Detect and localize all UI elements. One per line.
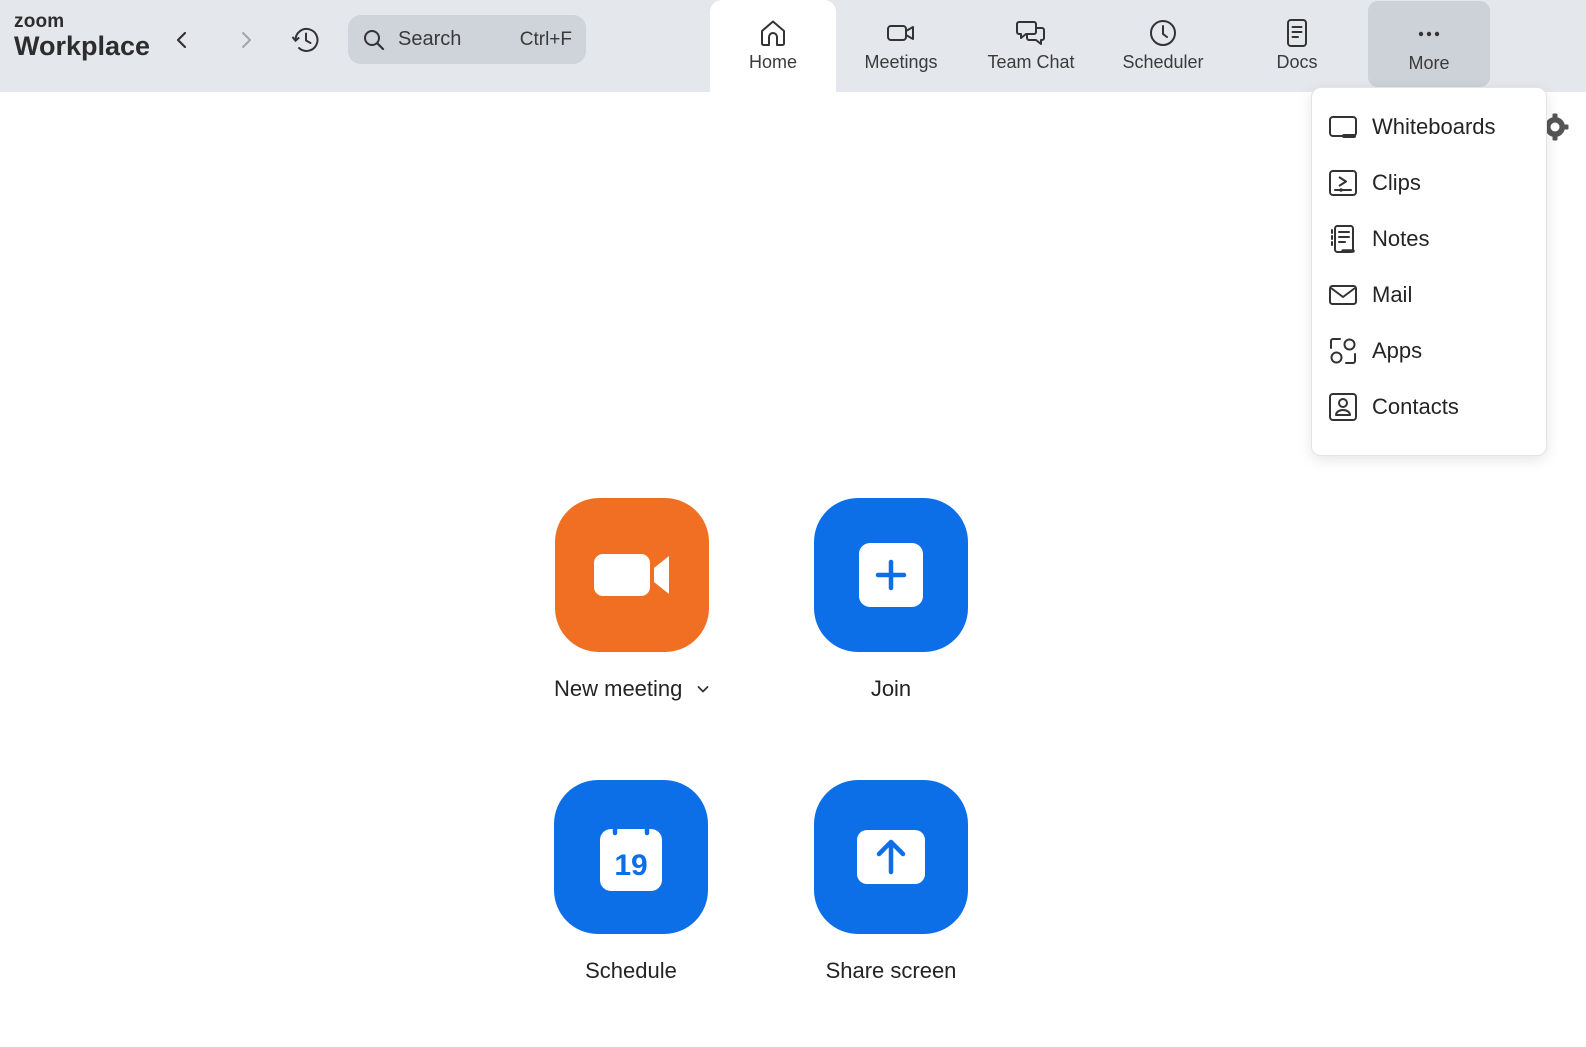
history-button[interactable] xyxy=(286,20,326,60)
search-shortcut: Ctrl+F xyxy=(519,28,572,50)
schedule-action[interactable]: 19 Schedule xyxy=(554,780,708,984)
chevron-down-icon xyxy=(697,686,709,693)
tab-more-label: More xyxy=(1408,53,1450,73)
new-meeting-button[interactable] xyxy=(555,498,710,652)
plus-icon xyxy=(859,543,923,607)
whiteboard-icon xyxy=(1329,116,1357,138)
tab-team-chat-label: Team Chat xyxy=(987,52,1075,72)
contacts-icon xyxy=(1329,393,1357,421)
new-meeting-label: New meeting xyxy=(554,676,683,701)
menu-item-clips[interactable]: Clips xyxy=(1312,155,1546,211)
tab-more[interactable]: More xyxy=(1368,1,1490,87)
new-meeting-dropdown[interactable] xyxy=(696,682,710,696)
video-camera-icon xyxy=(887,25,914,41)
menu-item-mail-label: Mail xyxy=(1372,282,1413,307)
history-clock-icon xyxy=(292,27,319,52)
ellipsis-icon xyxy=(1418,31,1440,37)
zoom-workplace-logo: zoom Workplace xyxy=(14,12,150,60)
join-label: Join xyxy=(870,676,912,701)
tab-scheduler-label: Scheduler xyxy=(1122,52,1204,72)
clips-icon xyxy=(1329,170,1357,196)
logo-zoom-text: zoom xyxy=(14,11,65,32)
join-button[interactable] xyxy=(814,498,968,652)
menu-item-notes-label: Notes xyxy=(1372,226,1430,251)
tab-scheduler[interactable]: Scheduler xyxy=(1100,0,1226,92)
calendar-icon: 19 xyxy=(600,821,662,891)
home-icon xyxy=(761,20,785,46)
schedule-label: Schedule xyxy=(585,958,677,983)
video-camera-icon xyxy=(594,554,670,596)
search-box[interactable]: Search Ctrl+F xyxy=(348,15,586,64)
menu-item-whiteboards-label: Whiteboards xyxy=(1372,114,1496,139)
tab-meetings-label: Meetings xyxy=(864,52,938,72)
menu-item-whiteboards[interactable]: Whiteboards xyxy=(1312,99,1546,155)
new-meeting-action[interactable]: New meeting xyxy=(554,498,710,702)
tab-docs[interactable]: Docs xyxy=(1234,0,1360,92)
chevron-right-icon xyxy=(242,32,251,48)
more-dropdown-menu: Whiteboards Clips Notes Mail Apps Contac… xyxy=(1311,87,1547,456)
join-action[interactable]: Join xyxy=(814,498,968,702)
logo-workplace-text: Workplace xyxy=(14,31,151,61)
mail-icon xyxy=(1329,285,1357,305)
menu-item-apps-label: Apps xyxy=(1372,338,1423,363)
clock-icon xyxy=(1150,20,1176,46)
share-screen-icon xyxy=(857,830,925,884)
menu-item-mail[interactable]: Mail xyxy=(1312,267,1546,323)
search-icon xyxy=(364,29,385,50)
back-button[interactable] xyxy=(162,20,202,60)
tab-home[interactable]: Home xyxy=(710,0,836,92)
top-bar: zoom Workplace Search Ctrl+F Home Meetin… xyxy=(0,0,1586,92)
share-screen-button[interactable] xyxy=(814,780,968,934)
tab-meetings[interactable]: Meetings xyxy=(840,0,962,92)
share-screen-label: Share screen xyxy=(825,958,957,983)
tab-home-label: Home xyxy=(748,52,797,72)
menu-item-clips-label: Clips xyxy=(1372,170,1421,195)
document-icon xyxy=(1287,19,1307,47)
menu-item-contacts[interactable]: Contacts xyxy=(1312,379,1546,435)
notes-icon xyxy=(1331,225,1355,253)
menu-item-notes[interactable]: Notes xyxy=(1312,211,1546,267)
schedule-button[interactable]: 19 xyxy=(554,780,708,934)
share-screen-action[interactable]: Share screen xyxy=(814,780,968,984)
calendar-day-number: 19 xyxy=(614,849,647,882)
tab-team-chat[interactable]: Team Chat xyxy=(966,0,1096,92)
menu-item-apps[interactable]: Apps xyxy=(1312,323,1546,379)
chevron-left-icon xyxy=(176,31,187,49)
chat-bubbles-icon xyxy=(1016,21,1045,45)
apps-icon xyxy=(1330,338,1356,364)
forward-button[interactable] xyxy=(226,20,266,60)
menu-item-contacts-label: Contacts xyxy=(1372,394,1459,419)
tab-docs-label: Docs xyxy=(1276,52,1318,72)
search-label: Search xyxy=(398,28,462,50)
